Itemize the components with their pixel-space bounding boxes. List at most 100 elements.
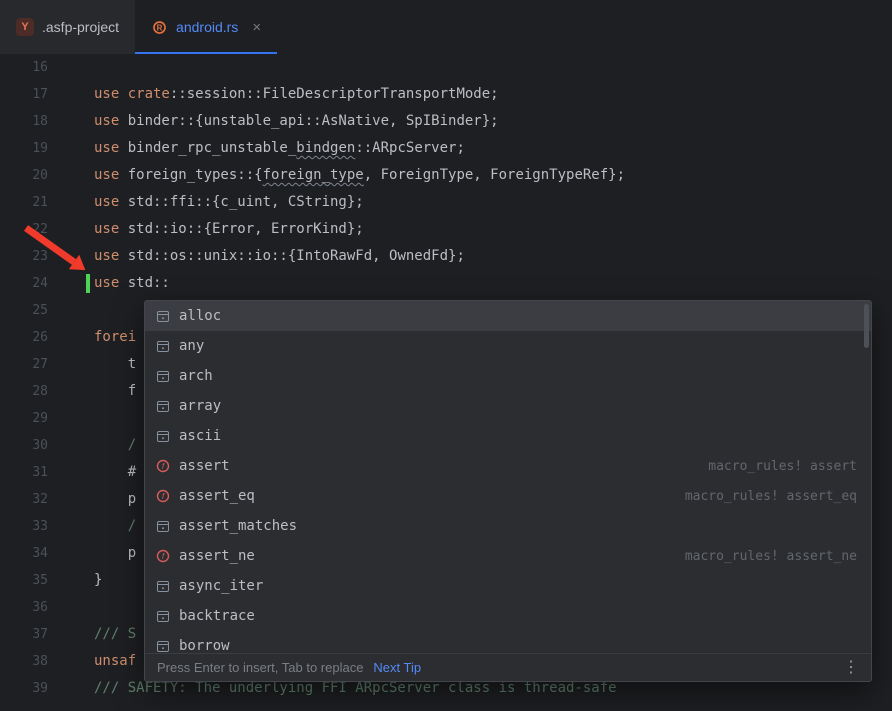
close-icon[interactable]: × [252,20,261,35]
code-line-18[interactable]: 18 use binder::{unstable_api::AsNative, S… [0,108,892,135]
module-icon [155,368,171,384]
line-number: 26 [0,324,48,351]
code-token: p [94,491,136,507]
code-line-21[interactable]: 21 use std::ffi::{c_uint, CString}; [0,189,892,216]
code-token: std::os::unix::io::{IntoRawFd, OwnedFd}; [128,248,465,264]
code-line-16[interactable]: 16 [0,54,892,81]
completion-item-assert_ne[interactable]: f assert_ne macro_rules! assert_ne [145,541,871,571]
line-number: 33 [0,513,48,540]
code-line-19[interactable]: 19 use binder_rpc_unstable_bindgen::ARpcS… [0,135,892,162]
code-token: std::io::{Error, ErrorKind}; [128,221,364,237]
module-icon [155,638,171,653]
code-token: crate [128,86,170,102]
completion-item-label: async_iter [179,578,263,594]
completion-footer: Press Enter to insert, Tab to replace Ne… [145,653,871,681]
next-tip-link[interactable]: Next Tip [373,660,421,675]
scrollbar-thumb[interactable] [864,304,869,348]
line-number: 34 [0,540,48,567]
code-token: t [94,356,136,372]
line-number: 29 [0,405,48,432]
tab-asfp-project[interactable]: Y .asfp-project [0,0,135,54]
line-number: 27 [0,351,48,378]
completion-item-label: assert_ne [179,548,255,564]
line-number: 20 [0,162,48,189]
code-line-content: use std::ffi::{c_uint, CString}; [94,189,364,216]
code-line-content: } [94,567,102,594]
code-line-23[interactable]: 23use std::os::unix::io::{IntoRawFd, Own… [0,243,892,270]
rust-file-icon: R [151,19,168,36]
code-line-22[interactable]: 22use std::io::{Error, ErrorKind}; [0,216,892,243]
code-token: p [94,545,136,561]
tab-label-asfp-project: .asfp-project [42,19,119,35]
line-number: 35 [0,567,48,594]
ide-window: Y .asfp-project R android.rs × 1617use c… [0,0,892,711]
code-token: use [94,194,128,210]
code-line-content: use foreign_types::{foreign_type, Foreig… [94,162,625,189]
line-number: 37 [0,621,48,648]
line-number: 16 [0,54,48,81]
macro-icon: f [155,548,171,564]
line-number: 21 [0,189,48,216]
code-line-content: p [94,486,136,513]
module-icon [155,398,171,414]
project-file-icon: Y [16,18,34,36]
completion-item-assert_eq[interactable]: fassert_eqmacro_rules! assert_eq [145,481,871,511]
code-token: f [94,383,136,399]
code-line-content: use binder_rpc_unstable_bindgen::ARpcSer… [94,135,465,162]
tab-android-rs[interactable]: R android.rs × [135,0,277,54]
code-line-content: unsaf [94,648,136,675]
completion-item-label: borrow [179,638,230,653]
completion-item-label: alloc [179,308,221,324]
code-token: binder::{unstable_api::AsNative, SpIBind… [128,113,499,129]
red-arrow-annotation [14,218,98,280]
completion-item-assert[interactable]: fassertmacro_rules! assert [145,451,871,481]
tab-label-android-rs: android.rs [176,19,238,35]
kebab-menu-icon[interactable]: ⋮ [843,660,859,676]
code-token: / [94,437,136,453]
code-line-17[interactable]: 17use crate::session::FileDescriptorTran… [0,81,892,108]
completion-item-any[interactable]: any [145,331,871,361]
completion-item-label: ascii [179,428,221,444]
code-token: use [94,167,128,183]
line-number: 36 [0,594,48,621]
code-line-content: / [94,513,136,540]
code-line-20[interactable]: 20 use foreign_types::{foreign_type, Fore… [0,162,892,189]
module-icon [155,518,171,534]
line-number: 18 [0,108,48,135]
svg-text:R: R [157,23,163,32]
code-token: /// SAFETY: The underlying FFI ARpcServe… [94,680,617,696]
code-token: bindgen [296,140,355,156]
completion-item-async_iter[interactable]: async_iter [145,571,871,601]
code-line-content: use std::io::{Error, ErrorKind}; [94,216,364,243]
completion-item-array[interactable]: array [145,391,871,421]
code-line-content: use binder::{unstable_api::AsNative, SpI… [94,108,499,135]
completion-item-backtrace[interactable]: backtrace [145,601,871,631]
code-token: std:: [128,275,170,291]
code-token: , ForeignType, ForeignTypeRef}; [364,167,625,183]
completion-item-meta: macro_rules! assert_ne [685,549,857,564]
code-token: foreign_types::{ [128,167,263,183]
completion-popup: alloc anyarch array ascii fassertmacro_rules… [144,300,872,682]
completion-item-assert_matches[interactable]: assert_matches [145,511,871,541]
completion-item-ascii[interactable]: ascii [145,421,871,451]
completion-list: alloc anyarch array ascii fassertmacro_rules… [145,301,871,653]
module-icon [155,428,171,444]
completion-item-alloc[interactable]: alloc [145,301,871,331]
module-icon [155,308,171,324]
code-line-24[interactable]: 24use std:: [0,270,892,297]
completion-item-borrow[interactable]: borrow [145,631,871,653]
line-number: 17 [0,81,48,108]
completion-item-label: array [179,398,221,414]
code-token: use [94,248,128,264]
svg-text:f: f [162,462,165,471]
code-token: use [94,221,128,237]
line-number: 39 [0,675,48,702]
line-number: 19 [0,135,48,162]
code-token: /// S [94,626,136,642]
completion-item-meta: macro_rules! assert_eq [685,489,857,504]
code-token: use [94,140,128,156]
code-line-content: forei [94,324,136,351]
code-token: foreign_type [263,167,364,183]
line-number: 28 [0,378,48,405]
completion-item-arch[interactable]: arch [145,361,871,391]
